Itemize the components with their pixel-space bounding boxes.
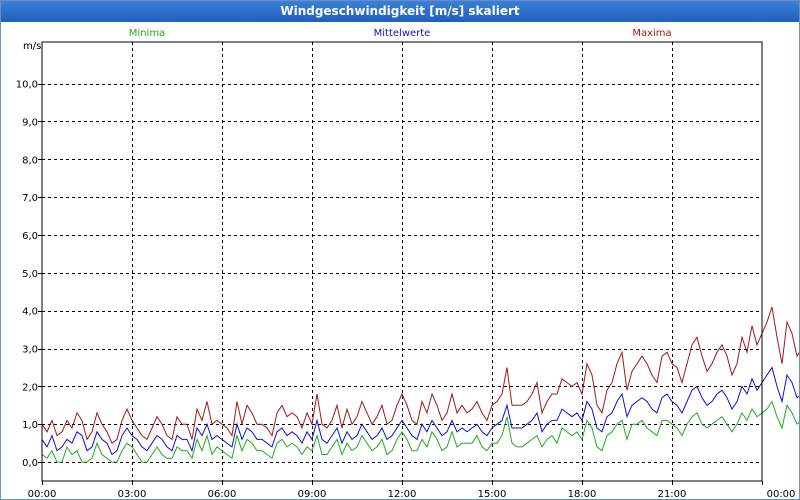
x-tick-time: 09:00 bbox=[298, 489, 327, 499]
chart-window: Windgeschwindigkeit [m/s] skaliert 0,0 1,… bbox=[0, 0, 800, 500]
x-tick-time: 21:00 bbox=[658, 489, 687, 499]
y-tick-label: 8,0 bbox=[22, 155, 38, 166]
y-tick-label: 6,0 bbox=[22, 231, 38, 242]
x-tick-time: 00:00 bbox=[767, 489, 796, 499]
legend-mittelwerte: Mittelwerte bbox=[374, 28, 431, 39]
y-tick-label: 0,0 bbox=[22, 458, 38, 469]
chart-title: Windgeschwindigkeit [m/s] skaliert bbox=[1, 1, 799, 22]
y-tick-label: 1,0 bbox=[22, 420, 38, 431]
legend: Minima Mittelwerte Maxima bbox=[129, 28, 672, 39]
legend-minima: Minima bbox=[129, 28, 165, 39]
x-tick-time: 00:00 bbox=[28, 489, 57, 499]
y-tick-label: 5,0 bbox=[22, 269, 38, 280]
x-tick-time: 15:00 bbox=[478, 489, 507, 499]
y-tick-label: 3,0 bbox=[22, 345, 38, 356]
y-tick-label: 2,0 bbox=[22, 382, 38, 393]
y-tick-label: 10,0 bbox=[16, 80, 38, 91]
y-axis-label: m/s bbox=[23, 41, 41, 52]
x-tick-time: 12:00 bbox=[388, 489, 417, 499]
y-tick-label: 9,0 bbox=[22, 117, 38, 128]
y-axis-ticks: 0,0 1,0 2,0 3,0 4,0 5,0 6,0 7,0 8,0 9,0 10,0 bbox=[16, 80, 42, 469]
x-axis-ticks: 00:0031.07.1603:0031.07.1606:0031.07.160… bbox=[28, 481, 796, 499]
x-tick-time: 18:00 bbox=[568, 489, 597, 499]
wind-speed-chart: 0,0 1,0 2,0 3,0 4,0 5,0 6,0 7,0 8,0 9,0 10,0 00:00… bbox=[16, 28, 799, 499]
x-tick-time: 03:00 bbox=[118, 489, 147, 499]
y-tick-label: 4,0 bbox=[22, 307, 38, 318]
y-tick-label: 7,0 bbox=[22, 193, 38, 204]
legend-maxima: Maxima bbox=[632, 28, 671, 39]
x-tick-time: 06:00 bbox=[208, 489, 237, 499]
